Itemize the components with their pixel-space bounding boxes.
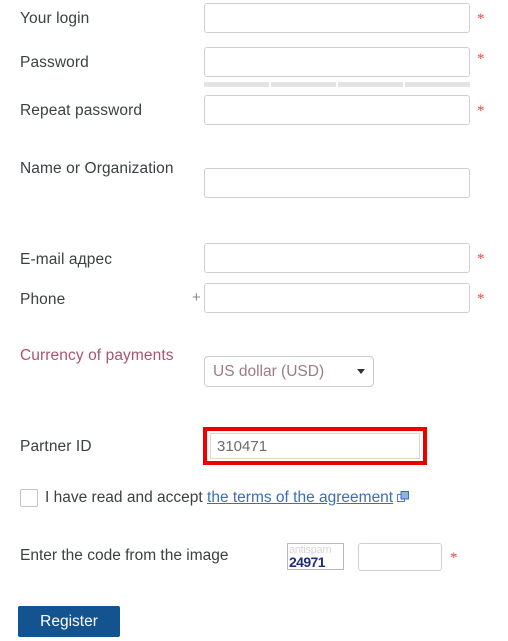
external-link-icon[interactable] [397, 488, 410, 510]
captcha-image: antispam 24971 [287, 543, 344, 570]
field-row-currency: Currency of payments US dollar (USD) [0, 345, 508, 391]
field-row-login: Your login * [0, 0, 508, 36]
chevron-down-icon [357, 369, 365, 374]
phone-prefix: + [192, 289, 201, 306]
field-label-login: Your login [20, 10, 90, 27]
field-row-name-organization: Name or Organization [0, 158, 508, 204]
field-label-partner-id: Partner ID [20, 438, 92, 455]
name-organization-input[interactable] [204, 168, 470, 198]
password-strength-segment [405, 82, 470, 87]
agreement-checkbox[interactable] [20, 489, 38, 507]
field-label-repeat-password: Repeat password [20, 102, 143, 119]
field-label-phone: Phone [20, 291, 66, 308]
terms-of-agreement-link[interactable]: the terms of the agreement [207, 489, 393, 506]
login-input[interactable] [204, 3, 470, 33]
field-label-password: Password [20, 54, 89, 71]
field-row-repeat-password: Repeat password * [0, 92, 508, 128]
password-strength-meter [204, 82, 470, 87]
field-label-currency: Currency of payments [20, 347, 174, 364]
required-marker-phone: * [477, 291, 485, 307]
currency-select-value: US dollar (USD) [213, 362, 325, 380]
field-row-email: E-mail адрес * [0, 243, 508, 279]
captcha-label: Enter the code from the image [20, 547, 229, 564]
agreement-row: I have read and accept the terms of the … [0, 487, 508, 511]
field-label-email: E-mail адрес [20, 251, 113, 268]
captcha-input[interactable] [358, 543, 442, 571]
field-label-name-organization: Name or Organization [20, 160, 174, 177]
required-marker-captcha: * [450, 550, 458, 566]
field-row-password: Password * [0, 44, 508, 80]
repeat-password-input[interactable] [204, 95, 470, 125]
required-marker-login: * [477, 11, 485, 27]
required-marker-email: * [477, 251, 485, 267]
password-strength-segment [271, 82, 336, 87]
password-strength-segment [338, 82, 403, 87]
partner-id-input[interactable] [210, 433, 420, 459]
register-button[interactable]: Register [18, 606, 120, 637]
currency-select[interactable]: US dollar (USD) [204, 356, 374, 387]
password-input[interactable] [204, 47, 470, 77]
field-row-phone: Phone + * [0, 283, 508, 319]
required-marker-repeat-password: * [477, 103, 485, 119]
password-strength-segment [204, 82, 269, 87]
agreement-label: I have read and accept [45, 489, 203, 506]
email-input[interactable] [204, 243, 470, 273]
required-marker-password: * [477, 51, 485, 67]
captcha-code-text: 24971 [289, 554, 326, 570]
phone-input[interactable] [204, 283, 470, 313]
agreement-text-wrapper: I have read and accept the terms of the … [45, 487, 410, 510]
